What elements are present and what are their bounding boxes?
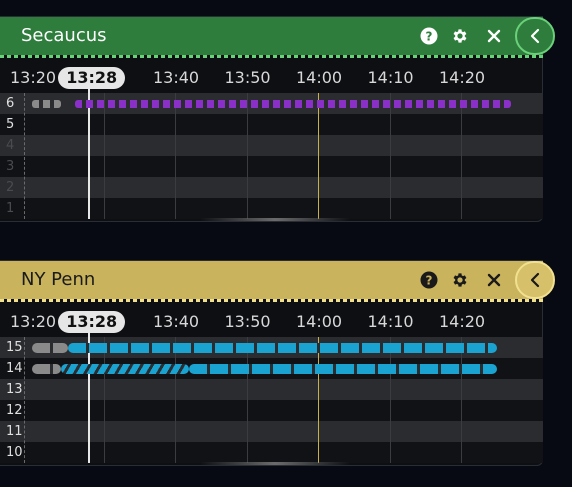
track-label: 4 [6,138,15,153]
chevron-left-icon [530,28,540,44]
time-tick: 14:00 [296,68,343,87]
time-tick: 13:50 [224,312,271,331]
time-tick: 13:40 [153,68,200,87]
track-grid: 6 5 4 3 2 1 [0,85,543,219]
close-icon[interactable] [483,25,505,47]
range-start-marker [24,93,25,219]
grid-line [103,337,105,463]
track-grid: 15 14 13 12 11 10 [0,329,543,463]
grid-line [389,337,391,463]
track-label: 10 [6,445,23,460]
horizontal-scrollbar[interactable] [200,218,350,221]
gear-icon[interactable] [449,25,471,47]
header-divider [0,299,543,302]
station-panel-ny-penn: NY Penn ? 13:20 13:40 13:50 14:00 14:10 14:20… [0,260,555,466]
header-divider [0,55,543,58]
grid-line [175,337,176,463]
close-icon[interactable] [483,269,505,291]
grid-line [461,93,462,219]
panel-header: Secaucus ? [0,17,543,58]
track-label: 14 [6,361,23,376]
track-label: 6 [6,96,15,111]
grid-line [175,93,176,219]
hour-line [318,93,319,219]
gear-icon[interactable] [449,269,471,291]
panel-title: Secaucus [21,25,107,46]
collapse-button[interactable] [515,17,555,55]
time-tick: 14:20 [439,312,486,331]
train-occupancy-segment[interactable] [60,363,190,374]
train-occupancy-segment[interactable] [189,363,497,374]
time-tick: 13:50 [224,68,271,87]
panel-title: NY Penn [21,269,96,290]
help-icon[interactable]: ? [418,269,440,291]
time-tick: 13:20 [10,312,57,331]
track-label: 11 [6,424,23,439]
time-tick: 14:00 [296,312,343,331]
chevron-left-icon [530,272,540,288]
track-label: 5 [6,117,15,132]
track-label: 12 [6,403,23,418]
time-axis: 13:20 13:40 13:50 14:00 14:10 14:20 13:28 [0,307,543,337]
grid-line [389,93,391,219]
station-panel-secaucus: Secaucus ? 13:20 13:40 13:50 14:00 14:10 14:2… [0,16,555,222]
svg-text:?: ? [426,30,433,44]
current-time-badge: 13:28 [58,311,126,333]
track-label: 2 [6,180,15,195]
grid-line [461,337,462,463]
time-axis: 13:20 13:40 13:50 14:00 14:10 14:20 13:28 [0,63,543,93]
track-label: 1 [6,201,15,216]
track-label: 15 [6,340,23,355]
range-start-marker [24,337,25,463]
time-tick: 13:20 [10,68,57,87]
train-occupancy-segment[interactable] [32,342,68,353]
grid-line [246,337,248,463]
svg-text:?: ? [426,274,433,288]
horizontal-scrollbar[interactable] [200,462,350,465]
train-occupancy-segment[interactable] [32,363,61,374]
train-occupancy-segment[interactable] [32,99,61,108]
train-occupancy-segment[interactable] [74,99,512,108]
time-tick: 13:40 [153,312,200,331]
time-tick: 14:10 [367,312,414,331]
help-icon[interactable]: ? [418,25,440,47]
time-tick: 14:10 [367,68,414,87]
track-label: 3 [6,159,15,174]
grid-line [246,93,248,219]
panel-header: NY Penn ? [0,261,543,302]
current-time-badge: 13:28 [58,67,126,89]
time-tick: 14:20 [439,68,486,87]
track-label: 13 [6,382,23,397]
grid-line [103,93,105,219]
hour-line [318,337,319,463]
collapse-button[interactable] [515,261,555,299]
train-occupancy-segment[interactable] [67,342,497,353]
